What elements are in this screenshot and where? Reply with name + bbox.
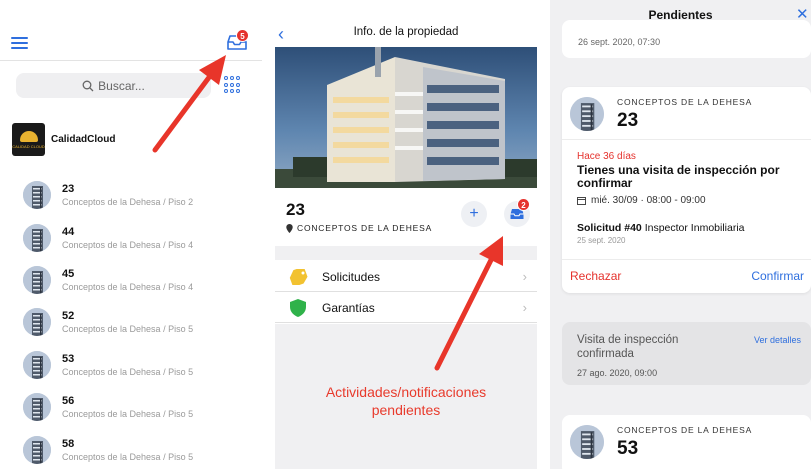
- inbox-badge: 5: [236, 29, 249, 42]
- previous-card[interactable]: 26 sept. 2020, 07:30: [562, 20, 811, 58]
- property-number: 44: [62, 225, 75, 238]
- card-project: CONCEPTOS DE LA DEHESA: [617, 97, 753, 107]
- tag-icon: [289, 268, 308, 285]
- menu-item-garantias[interactable]: Garantías ›: [275, 293, 537, 323]
- property-location: Conceptos de la Dehesa / Piso 4: [62, 281, 194, 292]
- reject-button[interactable]: Rechazar: [570, 269, 621, 283]
- header-divider: [0, 60, 262, 61]
- property-location: Conceptos de la Dehesa / Piso 5: [62, 451, 194, 462]
- location-pin-icon: [286, 223, 293, 233]
- close-icon[interactable]: ✕: [796, 5, 809, 23]
- chevron-right-icon: ›: [522, 300, 527, 315]
- menu-item-label: Garantías: [322, 300, 375, 315]
- confirmed-activity-card: Visita de inspección confirmada 27 ago. …: [562, 322, 811, 385]
- property-info-screen: ‹ Info. de la propiedad 23 CONCEPTOS DE …: [270, 0, 542, 469]
- annotation-label: Actividades/notificaciones pendientes: [325, 384, 487, 418]
- card-property-number: 53: [617, 438, 639, 459]
- property-number: 23: [62, 183, 75, 196]
- property-project: CONCEPTOS DE LA DEHESA: [286, 223, 432, 233]
- pending-screen: 26 sept. 2020, 07:30 Pendientes ✕ CONCEP…: [550, 0, 811, 469]
- activity-schedule: mié. 30/09 · 08:00 - 09:00: [577, 195, 706, 206]
- screen-title: Pendientes: [648, 8, 713, 22]
- menu-item-label: Solicitudes: [322, 269, 381, 284]
- properties-list-screen: 5 Buscar... CALIDAD CLOUD CalidadCloud 2…: [0, 0, 262, 469]
- screenshot-collage: 5 Buscar... CALIDAD CLOUD CalidadCloud 2…: [0, 0, 811, 469]
- property-number: 52: [62, 310, 75, 323]
- search-placeholder: Buscar...: [98, 78, 145, 93]
- list-item[interactable]: 52 Conceptos de la Dehesa / Piso 5: [23, 301, 193, 343]
- card-property-number: 23: [617, 110, 639, 131]
- property-number: 56: [62, 395, 75, 408]
- pending-activity-card: CONCEPTOS DE LA DEHESA 53: [562, 415, 811, 469]
- organization-header[interactable]: CALIDAD CLOUD CalidadCloud: [12, 123, 115, 156]
- screen-title: Info. de la propiedad: [353, 26, 459, 38]
- search-input[interactable]: Buscar...: [16, 73, 211, 98]
- plus-icon: +: [469, 205, 479, 222]
- building-avatar: [23, 265, 51, 294]
- property-number: 58: [62, 437, 75, 450]
- list-item[interactable]: 23 Conceptos de la Dehesa / Piso 2: [23, 174, 193, 216]
- activity-title: Tienes una visita de inspección por conf…: [577, 163, 780, 190]
- list-item[interactable]: 44 Conceptos de la Dehesa / Piso 4: [23, 216, 193, 258]
- building-avatar: [23, 308, 51, 337]
- building-avatar: [23, 393, 51, 422]
- property-location: Conceptos de la Dehesa / Piso 5: [62, 324, 194, 335]
- shield-icon: [290, 298, 306, 317]
- building-avatar: [570, 425, 604, 459]
- property-number: 23: [286, 200, 305, 219]
- card-date: 26 sept. 2020, 07:30: [578, 37, 661, 47]
- pending-activities-button[interactable]: 2: [504, 198, 530, 227]
- section-spacer: [275, 246, 537, 260]
- grid-view-icon[interactable]: [224, 76, 242, 94]
- list-item[interactable]: 58 Conceptos de la Dehesa / Piso 5: [23, 428, 193, 469]
- card-divider: [562, 259, 811, 260]
- property-location: Conceptos de la Dehesa / Piso 4: [62, 239, 194, 250]
- card-project: CONCEPTOS DE LA DEHESA: [617, 425, 753, 435]
- solicitud-date: 25 sept. 2020: [577, 236, 626, 245]
- property-location: Conceptos de la Dehesa / Piso 5: [62, 409, 194, 420]
- list-item[interactable]: 53 Conceptos de la Dehesa / Piso 5: [23, 344, 193, 386]
- activity-date: 27 ago. 2020, 09:00: [577, 368, 658, 378]
- property-location: Conceptos de la Dehesa / Piso 5: [62, 366, 194, 377]
- card-divider: [562, 139, 811, 140]
- activity-title: Visita de inspección confirmada: [577, 334, 679, 360]
- building-avatar: [23, 181, 51, 210]
- building-avatar: [23, 223, 51, 252]
- building-avatar: [570, 97, 604, 131]
- solicitud-reference[interactable]: Solicitud #40 Inspector Inmobiliaria: [577, 222, 745, 234]
- property-photo: [275, 47, 537, 188]
- organization-name: CalidadCloud: [51, 134, 116, 145]
- building-avatar: [23, 435, 51, 464]
- inbox-badge: 2: [517, 198, 530, 211]
- calidadcloud-logo: CALIDAD CLOUD: [12, 123, 45, 156]
- view-details-link[interactable]: Ver detalles: [754, 335, 801, 345]
- search-icon: [82, 80, 94, 91]
- chevron-right-icon: ›: [522, 269, 527, 284]
- property-location: Conceptos de la Dehesa / Piso 2: [62, 197, 194, 208]
- elapsed-time: Hace 36 días: [577, 151, 636, 162]
- property-number: 53: [62, 352, 75, 365]
- menu-item-solicitudes[interactable]: Solicitudes ›: [275, 262, 537, 292]
- property-list: 23 Conceptos de la Dehesa / Piso 2 44 Conc…: [23, 174, 193, 469]
- pending-activity-card: CONCEPTOS DE LA DEHESA 23 Hace 36 días T…: [562, 87, 811, 293]
- inbox-button[interactable]: 5: [227, 29, 249, 53]
- list-item[interactable]: 45 Conceptos de la Dehesa / Piso 4: [23, 259, 193, 301]
- calendar-icon: [577, 197, 586, 205]
- confirm-button[interactable]: Confirmar: [751, 269, 804, 283]
- building-avatar: [23, 350, 51, 379]
- add-button[interactable]: +: [461, 201, 487, 227]
- list-item[interactable]: 56 Conceptos de la Dehesa / Piso 5: [23, 386, 193, 428]
- menu-icon[interactable]: [11, 37, 28, 49]
- property-number: 45: [62, 267, 75, 280]
